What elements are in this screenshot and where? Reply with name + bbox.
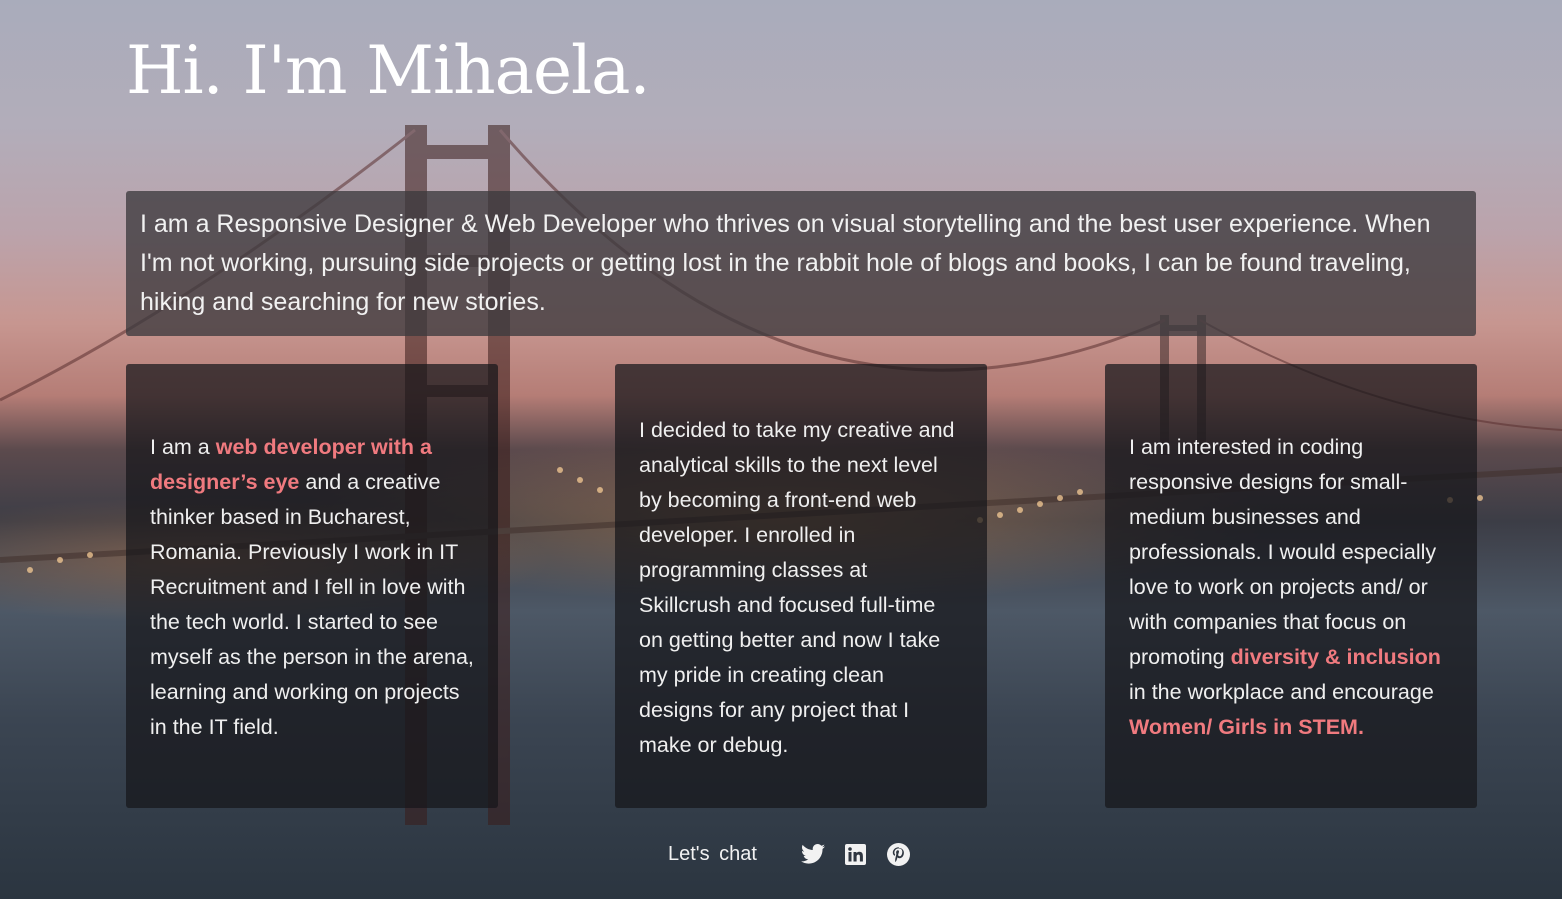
linkedin-link[interactable] xyxy=(844,842,868,866)
intro-text: I am a Responsive Designer & Web Develop… xyxy=(140,210,1431,316)
about-card-2-text: I decided to take my creative and analyt… xyxy=(639,418,955,757)
about-card-1-text: I am a web developer with a designer’s e… xyxy=(150,430,474,745)
about-card-1: I am a web developer with a designer’s e… xyxy=(126,364,498,808)
about-card-3-text-mid: in the workplace and encourage xyxy=(1129,680,1434,704)
lets-chat-label: Let's chat xyxy=(668,842,757,865)
highlight-diversity: diversity & inclusion xyxy=(1230,645,1441,669)
about-card-3: I am interested in coding responsive des… xyxy=(1105,364,1477,808)
twitter-icon xyxy=(800,844,825,864)
twitter-link[interactable] xyxy=(800,842,825,866)
pinterest-link[interactable] xyxy=(887,842,911,866)
highlight-women-in-stem: Women/ Girls in STEM. xyxy=(1129,715,1364,739)
about-card-1-text-start: I am a xyxy=(150,435,216,459)
contact-footer: Let's chat xyxy=(668,838,930,870)
about-card-3-text: I am interested in coding responsive des… xyxy=(1129,430,1455,745)
page-title: Hi. I'm Mihaela. xyxy=(126,32,650,109)
intro-panel: I am a Responsive Designer & Web Develop… xyxy=(126,191,1476,336)
about-card-2: I decided to take my creative and analyt… xyxy=(615,364,987,808)
linkedin-icon xyxy=(845,843,867,865)
about-card-1-text-end: and a creative thinker based in Buchares… xyxy=(150,470,474,739)
pinterest-icon xyxy=(887,842,911,866)
about-card-3-text-start: I am interested in coding responsive des… xyxy=(1129,435,1437,669)
